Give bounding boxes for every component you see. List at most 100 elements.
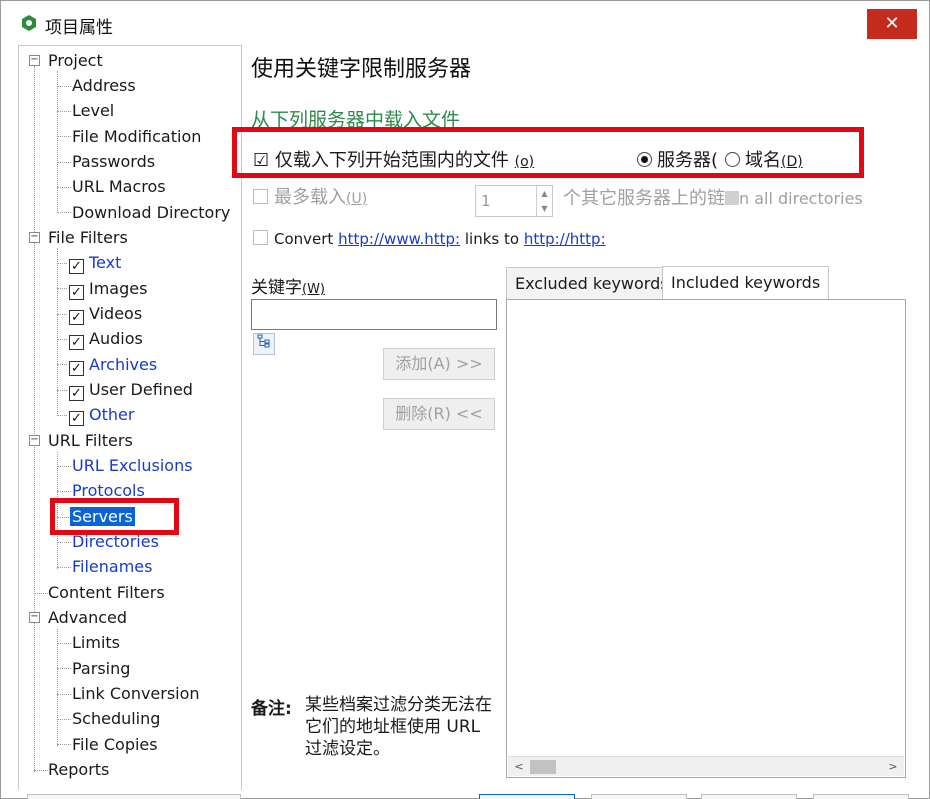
radio-server[interactable]: 服务器( [637, 150, 718, 172]
tree-item-label: Archives [89, 355, 158, 374]
tree-item-project[interactable]: Project [48, 50, 103, 72]
tree-item-label: Advanced [48, 608, 128, 627]
tree-item-url-filters[interactable]: URL Filters [48, 430, 133, 452]
ok-button-stub[interactable] [479, 794, 575, 799]
only-load-hotkey: (o) [514, 154, 535, 170]
help-button-stub[interactable] [813, 794, 909, 799]
max-load-hotkey: (U) [346, 191, 368, 207]
tree-item-file-copies[interactable]: File Copies [72, 734, 158, 756]
stepper-down-icon[interactable]: ▼ [537, 201, 552, 216]
tree-item-archives[interactable]: ✓ Archives [69, 354, 157, 376]
scroll-right-icon[interactable]: > [884, 758, 902, 776]
checkbox-unchecked-icon[interactable] [253, 189, 268, 204]
tree-item-images[interactable]: ✓ Images [69, 278, 147, 300]
tree-item-url-exclusions[interactable]: URL Exclusions [72, 455, 193, 477]
collapse-icon[interactable]: − [29, 232, 40, 243]
stepper-buttons[interactable]: ▲ ▼ [536, 186, 552, 216]
tree-item-videos[interactable]: ✓ Videos [69, 303, 142, 325]
tree-line [57, 288, 67, 289]
tree-line [57, 542, 71, 543]
convert-link-1[interactable]: http://www.http: [338, 230, 460, 248]
tree-line [57, 668, 71, 669]
checkbox-checked-icon[interactable]: ✓ [69, 285, 84, 300]
apply-button-stub[interactable] [701, 794, 797, 799]
checkbox-checked-icon[interactable]: ✓ [69, 386, 84, 401]
tree-item-filenames[interactable]: Filenames [72, 556, 152, 578]
tree-item-limits[interactable]: Limits [72, 632, 120, 654]
tree-item-content-filters[interactable]: Content Filters [48, 582, 165, 604]
tree-line [57, 364, 67, 365]
max-load-stepper[interactable]: 1 ▲ ▼ [475, 185, 553, 217]
tree-line [57, 643, 71, 644]
checkbox-checked-icon[interactable]: ✓ [69, 361, 84, 376]
max-load-label: 最多载入 [274, 187, 346, 208]
note-title: 备注: [251, 699, 292, 719]
checkbox-checked-icon[interactable]: ☑ [253, 150, 269, 171]
convert-links-checkbox[interactable]: Convert http://www.http: links to http:/… [253, 228, 606, 250]
tree-line [57, 466, 71, 467]
tree-view-icon[interactable] [253, 333, 275, 355]
tree-item-label: Level [72, 101, 115, 120]
collapse-icon[interactable]: − [29, 435, 40, 446]
tree-item-label: File Copies [72, 735, 158, 754]
max-load-checkbox[interactable]: 最多载入(U) [253, 187, 367, 210]
tree-item-download-directory[interactable]: Download Directory [72, 202, 230, 224]
bottom-combo-stub[interactable] [27, 794, 241, 799]
tree-line [57, 744, 71, 745]
tree-item-scheduling[interactable]: Scheduling [72, 708, 160, 730]
collapse-icon[interactable]: − [29, 612, 40, 623]
tab-included-keywords[interactable]: Included keywords [662, 266, 830, 300]
tree-item-text[interactable]: ✓ Text [69, 252, 121, 274]
tab-excluded-keywords[interactable]: Excluded keywords [506, 267, 678, 300]
highlight-servers [50, 498, 179, 535]
collapse-icon[interactable]: − [29, 55, 40, 66]
checkbox-checked-icon[interactable]: ✓ [69, 310, 84, 325]
tree-line [34, 770, 48, 771]
tree-item-link-conversion[interactable]: Link Conversion [72, 683, 200, 705]
max-load-value[interactable]: 1 [481, 192, 491, 210]
keyword-input[interactable] [251, 299, 497, 330]
tree-item-label: Filenames [72, 557, 153, 576]
tree-item-parsing[interactable]: Parsing [72, 658, 130, 680]
keyword-list[interactable]: < > [506, 299, 906, 778]
radio-domain[interactable]: 域名(D) [725, 150, 803, 173]
tree-item-label: Images [89, 279, 148, 298]
stepper-up-icon[interactable]: ▲ [537, 186, 552, 201]
tree-item-label: User Defined [89, 380, 193, 399]
tree-line [57, 212, 71, 213]
radio-unselected-icon[interactable] [725, 152, 740, 167]
tree-item-audios[interactable]: ✓ Audios [69, 328, 143, 350]
checkbox-unchecked-icon[interactable] [253, 230, 268, 245]
tree-item-reports[interactable]: Reports [48, 759, 109, 781]
remove-button[interactable]: 删除(R) << [383, 398, 495, 430]
tree-item-address[interactable]: Address [72, 75, 136, 97]
checkbox-checked-icon[interactable]: ✓ [69, 411, 84, 426]
convert-link-2[interactable]: http://http: [524, 230, 606, 248]
checkbox-checked-icon[interactable]: ✓ [69, 259, 84, 274]
tree-item-passwords[interactable]: Passwords [72, 151, 155, 173]
radio-selected-icon[interactable] [637, 152, 652, 167]
tree-item-file-filters[interactable]: File Filters [48, 227, 128, 249]
page-title: 使用关键字限制服务器 [251, 57, 472, 82]
tree-item-advanced[interactable]: Advanced [48, 607, 127, 629]
tree-item-other[interactable]: ✓ Other [69, 404, 134, 426]
close-button[interactable]: ✕ [867, 9, 917, 39]
tree-item-url-macros[interactable]: URL Macros [72, 176, 166, 198]
tree-item-level[interactable]: Level [72, 100, 114, 122]
add-button[interactable]: 添加(A) >> [383, 348, 495, 380]
cancel-button-stub[interactable] [591, 794, 687, 799]
checkbox-checked-icon[interactable]: ✓ [69, 335, 84, 350]
only-load-checkbox[interactable]: ☑ 仅载入下列开始范围内的文件 (o) [253, 150, 534, 173]
scroll-thumb[interactable] [530, 760, 556, 774]
tree-item-label: Other [89, 405, 135, 424]
tree-item-file-modification[interactable]: File Modification [72, 126, 201, 148]
horizontal-scrollbar[interactable]: < > [508, 756, 904, 776]
radio-server-label: 服务器( [657, 150, 719, 171]
project-properties-dialog: 项目属性 ✕ − − − − Project Address Level Fil… [0, 0, 930, 799]
tree-item-label: Parsing [72, 659, 131, 678]
tree-line [57, 86, 71, 87]
radio-domain-hotkey: (D) [781, 154, 803, 170]
tree-item-label: Address [72, 76, 136, 95]
scroll-left-icon[interactable]: < [510, 758, 528, 776]
tree-item-user-defined[interactable]: ✓ User Defined [69, 379, 193, 401]
